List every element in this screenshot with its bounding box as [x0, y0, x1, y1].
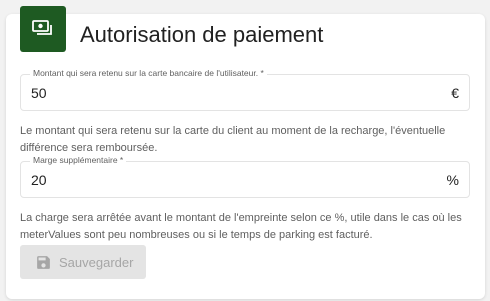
save-button[interactable]: Sauvegarder: [20, 245, 146, 279]
margin-field-value[interactable]: 20: [31, 172, 47, 189]
amount-field-label: Montant qui sera retenu sur la carte ban…: [30, 68, 267, 79]
amount-help-text: Le montant qui sera retenu sur la carte …: [20, 125, 446, 154]
euro-suffix: €: [451, 85, 459, 101]
amount-field-value[interactable]: 50: [31, 85, 47, 102]
save-button-label: Sauvegarder: [59, 254, 134, 270]
save-icon: [35, 254, 52, 271]
margin-field-label: Marge supplémentaire *: [30, 155, 127, 166]
payments-icon: [20, 6, 66, 52]
amount-field[interactable]: Montant qui sera retenu sur la carte ban…: [20, 68, 470, 111]
margin-field[interactable]: Marge supplémentaire * 20 %: [20, 155, 470, 198]
page-title: Autorisation de paiement: [80, 22, 324, 47]
percent-suffix: %: [446, 172, 459, 188]
margin-help-text: La charge sera arrêtée avant le montant …: [20, 212, 462, 241]
